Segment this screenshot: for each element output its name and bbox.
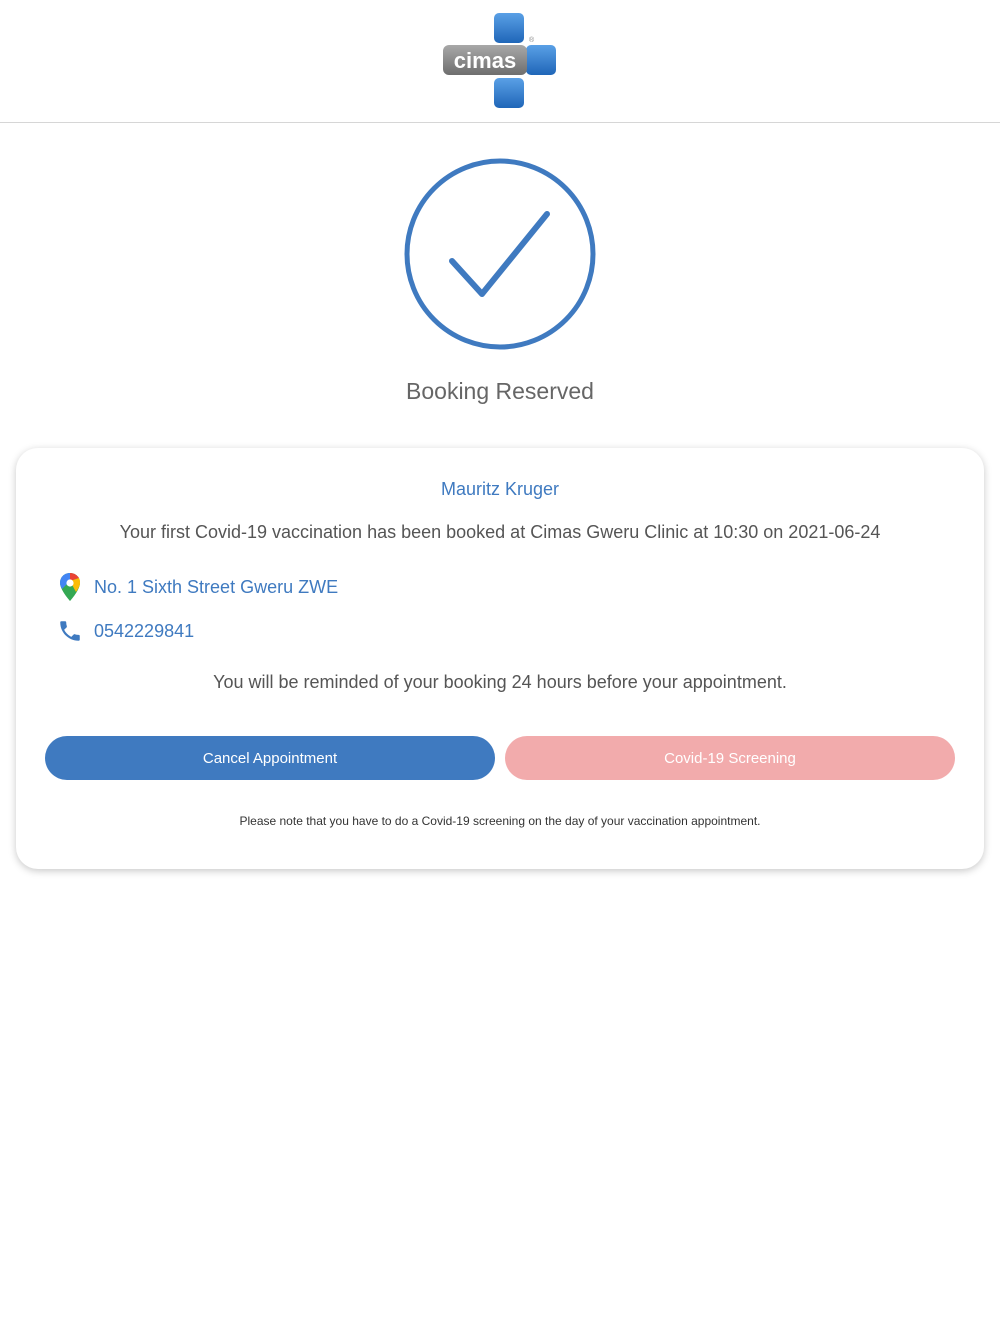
phone-row[interactable]: 0542229841 [56,616,194,646]
cimas-logo: cimas ® [440,10,560,110]
reminder-text: You will be reminded of your booking 24 … [213,672,787,692]
svg-text:cimas: cimas [454,48,516,73]
booking-card: Mauritz Kruger Your first Covid-19 vacci… [16,448,984,869]
phone-text: 0542229841 [94,620,195,641]
screening-note: Please note that you have to do a Covid-… [239,814,761,828]
address-row[interactable]: No. 1 Sixth Street Gweru ZWE [56,572,338,602]
status-title: Booking Reserved [406,378,594,404]
covid-screening-button[interactable]: Covid-19 Screening [505,736,955,780]
patient-name: Mauritz Kruger [440,479,560,499]
map-pin-icon [56,572,84,602]
phone-icon [56,616,84,646]
address-text: No. 1 Sixth Street Gweru ZWE [94,576,339,597]
check-circle-icon [402,156,598,352]
app-header: cimas ® [0,0,1000,123]
booking-message: Your first Covid-19 vaccination has been… [119,522,881,542]
cancel-appointment-button[interactable]: Cancel Appointment [45,736,495,780]
svg-text:®: ® [529,36,535,44]
